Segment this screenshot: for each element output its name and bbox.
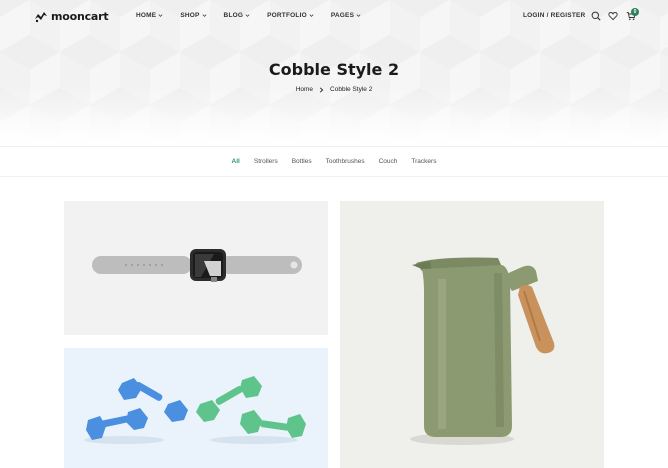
breadcrumb-current: Cobble Style 2 <box>330 86 373 93</box>
nav-item-label: SHOP <box>180 12 200 19</box>
filter-bottles[interactable]: Bottles <box>292 158 312 165</box>
login-register-link[interactable]: LOGIN / REGISTER <box>523 12 585 19</box>
nav-item-blog[interactable]: BLOG <box>224 12 251 19</box>
breadcrumb: Home Cobble Style 2 <box>0 86 668 93</box>
main-navigation: HOME SHOP BLOG PORTFOLIO PAGES <box>136 12 378 19</box>
filter-toothbrushes[interactable]: Toothbrushes <box>326 158 365 165</box>
chevron-down-icon <box>245 14 250 17</box>
filter-trackers[interactable]: Trackers <box>411 158 436 165</box>
filter-all[interactable]: All <box>232 158 240 165</box>
breadcrumb-home-link[interactable]: Home <box>296 86 313 93</box>
chevron-down-icon <box>202 14 206 17</box>
nav-item-portfolio[interactable]: PORTFOLIO <box>267 12 314 19</box>
chevron-down-icon <box>158 14 163 17</box>
filter-strollers[interactable]: Strollers <box>254 158 278 165</box>
wishlist-heart-icon[interactable] <box>608 11 618 21</box>
product-card-thermos-jug[interactable] <box>340 201 604 468</box>
nav-item-label: BLOG <box>223 12 244 19</box>
site-header: mooncart HOME SHOP BLOG PORTFOLIO PAGES … <box>0 0 668 34</box>
search-icon[interactable] <box>591 11 601 21</box>
chevron-down-icon <box>309 14 314 17</box>
logo-icon <box>35 11 47 22</box>
thermos-jug-image <box>410 257 555 445</box>
nav-item-label: HOME <box>136 12 157 19</box>
nav-item-label: PAGES <box>330 12 355 19</box>
brand-name: mooncart <box>51 10 109 23</box>
product-card-dumbbells[interactable] <box>64 348 328 468</box>
site-logo[interactable]: mooncart <box>34 10 109 23</box>
page-title: Cobble Style 2 <box>268 60 400 79</box>
nav-item-pages[interactable]: PAGES <box>331 12 361 19</box>
nav-item-home[interactable]: HOME <box>136 12 163 19</box>
chevron-right-icon <box>319 86 324 93</box>
smartwatch-image <box>92 249 302 282</box>
cart-count-badge: 0 <box>631 8 639 16</box>
product-card-smartwatch[interactable] <box>64 201 328 335</box>
nav-item-label: PORTFOLIO <box>267 12 307 19</box>
filter-couch[interactable]: Couch <box>379 158 398 165</box>
dumbbells-image <box>84 376 306 444</box>
chevron-down-icon <box>356 14 361 17</box>
portfolio-filter-bar: All Strollers Bottles Toothbrushes Couch… <box>0 146 668 177</box>
nav-item-shop[interactable]: SHOP <box>180 12 206 19</box>
